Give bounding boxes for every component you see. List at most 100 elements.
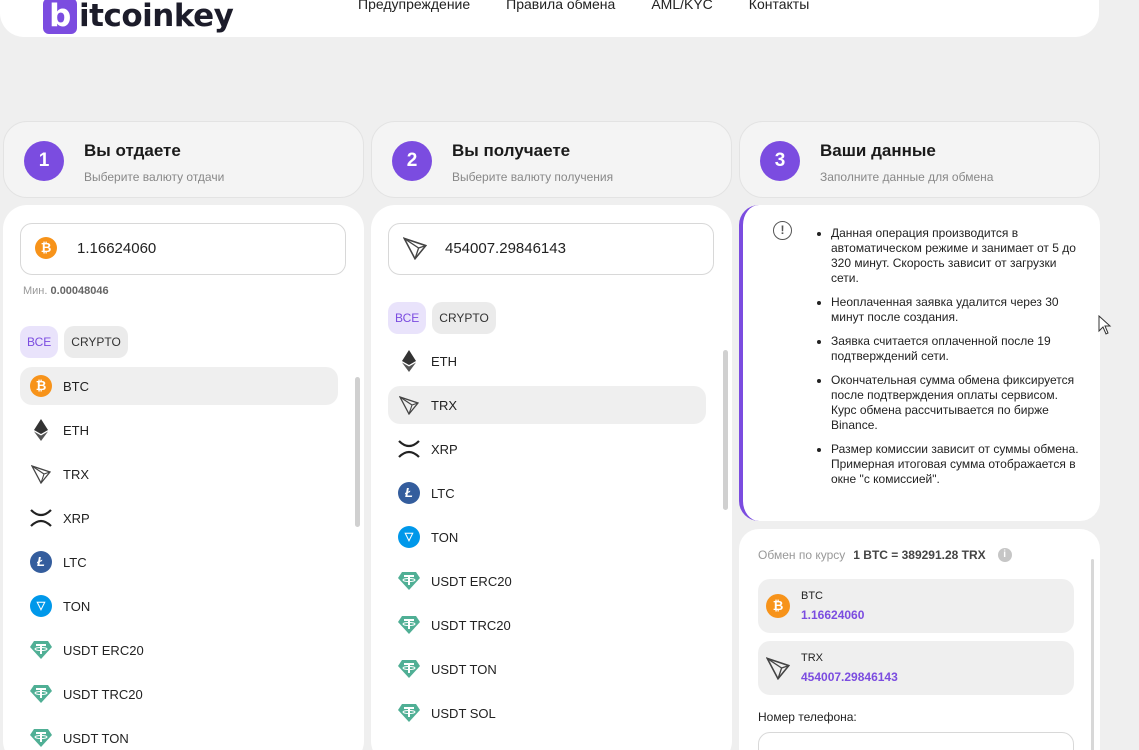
receive-currency-list: ETH TRX XRP Ł LTC ▽ TON USDT ERC20 USDT … (388, 342, 706, 738)
nav-contacts[interactable]: Контакты (749, 0, 809, 12)
currency-label: USDT TRC20 (63, 686, 143, 702)
summary-receive-currency: TRX (801, 652, 823, 664)
summary-give: ₿ BTC 1.16624060 (758, 579, 1074, 633)
nav-aml-kyc[interactable]: AML/KYC (651, 0, 712, 12)
info-note: Заявка считается оплаченной после 19 под… (831, 334, 1084, 364)
list-item[interactable]: XRP (20, 499, 338, 537)
tether-icon (30, 683, 52, 705)
exclamation-icon: ! (773, 221, 792, 240)
list-item[interactable]: ▽ TON (388, 518, 706, 556)
step-give: 1 Вы отдаете Выберите валюту отдачи (3, 121, 364, 198)
bitcoin-icon: ₿ (35, 237, 57, 259)
info-note: Данная операция производится в автоматич… (831, 226, 1084, 286)
xrp-icon (398, 438, 420, 460)
list-item[interactable]: USDT TRC20 (20, 675, 338, 713)
give-panel: ₿ 1.16624060 Мин. 0.00048046 ВСЕ CRYPTO … (3, 205, 364, 750)
list-item[interactable]: ETH (388, 342, 706, 380)
currency-label: TON (431, 529, 459, 545)
summary-give-currency: BTC (801, 590, 823, 602)
ethereum-icon (398, 350, 420, 372)
filter-all[interactable]: ВСЕ (388, 302, 427, 334)
give-filters: ВСЕ CRYPTO (20, 326, 128, 358)
currency-label: USDT ERC20 (63, 642, 144, 658)
currency-label: TRX (63, 466, 89, 482)
tron-icon (402, 236, 428, 265)
ethereum-icon (30, 419, 52, 441)
step-number: 1 (24, 141, 64, 181)
bitcoin-icon: ₿ (30, 375, 52, 397)
logo-text: itcoinkey (79, 0, 234, 34)
give-currency-list: ₿ BTC ETH TRX XRP Ł LTC ▽ TON USDT ERC20 (20, 367, 338, 750)
list-item[interactable]: TRX (20, 455, 338, 493)
receive-filters: ВСЕ CRYPTO (388, 302, 496, 334)
info-panel: ! Данная операция производится в автомат… (739, 205, 1100, 521)
litecoin-icon: Ł (30, 551, 52, 573)
receive-panel: 454007.29846143 ВСЕ CRYPTO ETH TRX XRP Ł… (371, 205, 732, 750)
nav-warning[interactable]: Предупреждение (358, 0, 470, 12)
step-subtitle: Выберите валюту получения (452, 170, 614, 184)
list-item[interactable]: ₿ BTC (20, 367, 338, 405)
filter-all[interactable]: ВСЕ (20, 326, 59, 358)
info-note: Неоплаченная заявка удалится через 30 ми… (831, 295, 1084, 325)
currency-label: LTC (431, 485, 455, 501)
currency-label: USDT TON (63, 730, 129, 746)
list-item[interactable]: USDT SOL (388, 694, 706, 732)
receive-amount-input[interactable]: 454007.29846143 (388, 223, 714, 275)
step-number: 2 (392, 141, 432, 181)
receive-amount-value: 454007.29846143 (445, 240, 566, 257)
tether-icon (398, 702, 420, 724)
list-item[interactable]: USDT ERC20 (20, 631, 338, 669)
xrp-icon (30, 507, 52, 529)
currency-label: TRX (431, 397, 457, 413)
summary-give-amount: 1.16624060 (801, 608, 865, 622)
step-receive: 2 Вы получаете Выберите валюту получения (371, 121, 732, 198)
list-item[interactable]: USDT TRC20 (388, 606, 706, 644)
currency-label: XRP (431, 441, 458, 457)
list-item[interactable]: TRX (388, 386, 706, 424)
step-subtitle: Заполните данные для обмена (820, 170, 994, 184)
phone-field[interactable] (758, 732, 1074, 750)
bitcoin-icon: ₿ (766, 594, 790, 618)
filter-crypto[interactable]: CRYPTO (64, 326, 128, 358)
tron-icon (398, 394, 420, 416)
currency-label: USDT TRC20 (431, 617, 511, 633)
info-note: Размер комиссии зависит от суммы обмена.… (831, 442, 1084, 487)
give-amount-value: 1.16624060 (77, 240, 157, 257)
ton-icon: ▽ (398, 526, 420, 548)
info-note: Окончательная сумма обмена фиксируется п… (831, 373, 1084, 433)
currency-label: TON (63, 598, 91, 614)
logo-mark: b (43, 0, 77, 34)
nav-exchange-rules[interactable]: Правила обмена (506, 0, 615, 12)
list-item[interactable]: USDT ERC20 (388, 562, 706, 600)
give-amount-input[interactable]: ₿ 1.16624060 (20, 223, 346, 275)
list-item[interactable]: Ł LTC (20, 543, 338, 581)
currency-label: USDT ERC20 (431, 573, 512, 589)
tron-icon (765, 656, 791, 681)
header: b itcoinkey Предупреждение Правила обмен… (0, 0, 1099, 37)
list-item[interactable]: Ł LTC (388, 474, 706, 512)
receive-list-scrollbar[interactable] (723, 350, 728, 510)
info-notes: Данная операция производится в автоматич… (814, 226, 1084, 496)
ton-icon: ▽ (30, 595, 52, 617)
list-item[interactable]: USDT TON (20, 719, 338, 750)
logo[interactable]: b itcoinkey (43, 0, 234, 34)
list-item[interactable]: ETH (20, 411, 338, 449)
litecoin-icon: Ł (398, 482, 420, 504)
list-item[interactable]: XRP (388, 430, 706, 468)
info-circle-icon[interactable]: i (997, 548, 1012, 562)
give-list-scrollbar[interactable] (355, 377, 360, 527)
filter-crypto[interactable]: CRYPTO (432, 302, 496, 334)
min-value: 0.00048046 (50, 285, 109, 297)
summary-panel: Обмен по курсу 1 BTC = 389291.28 TRX i ₿… (739, 529, 1100, 750)
currency-label: USDT TON (431, 661, 497, 677)
step-title: Вы получаете (452, 141, 571, 160)
list-item[interactable]: USDT TON (388, 650, 706, 688)
currency-label: ETH (63, 422, 89, 438)
tether-icon (30, 727, 52, 749)
summary-receive: TRX 454007.29846143 (758, 641, 1074, 695)
list-item[interactable]: ▽ TON (20, 587, 338, 625)
tether-icon (398, 570, 420, 592)
summary-scrollbar[interactable] (1091, 559, 1094, 750)
main-nav: Предупреждение Правила обмена AML/KYC Ко… (358, 0, 809, 12)
tether-icon (398, 658, 420, 680)
